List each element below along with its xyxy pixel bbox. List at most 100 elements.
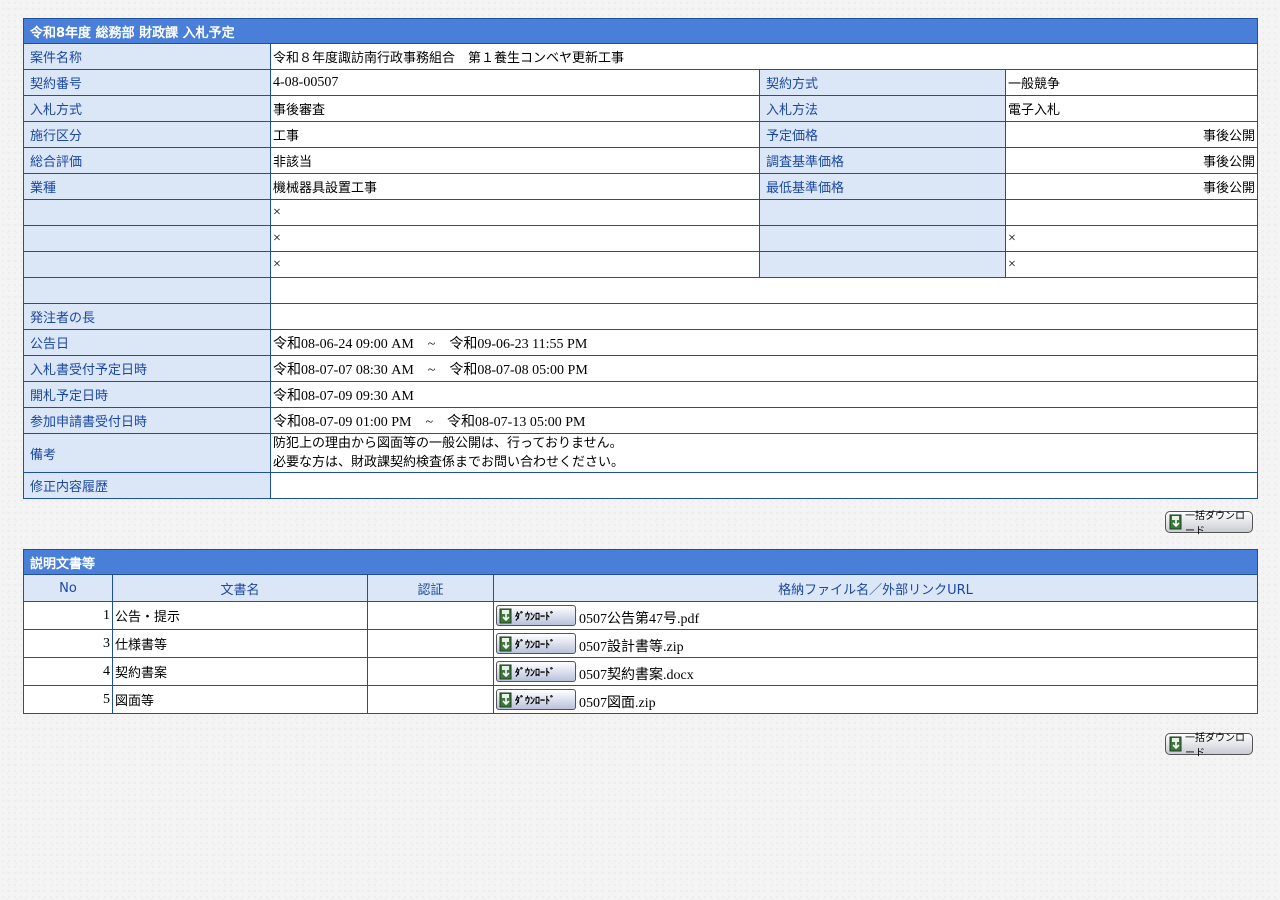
download-disk-icon: [499, 636, 513, 652]
row-doc-name: 図面等: [112, 685, 368, 714]
documents-table: 説明文書等 No 文書名 認証 格納ファイル名／外部リンクURL 1 公告・提示…: [22, 549, 1259, 714]
orderer-label: 発注者の長: [23, 303, 271, 330]
blank-label: [23, 199, 271, 226]
column-header-doc-name: 文書名: [112, 574, 368, 602]
mark-cell: ×: [270, 199, 760, 226]
bid-type-label: 入札方式: [23, 95, 271, 122]
industry-label: 業種: [23, 173, 271, 200]
download-disk-icon: [499, 664, 513, 680]
application-value: 令和08-07-09 01:00 PM ~ 令和08-07-13 05:00 P…: [270, 407, 1258, 434]
notice-date-label: 公告日: [23, 329, 271, 356]
row-no: 5: [23, 685, 113, 714]
bulk-download-label: 一括ダウンロード: [1185, 733, 1245, 759]
contract-method-label: 契約方式: [759, 69, 1006, 96]
row-file-cell: ﾀﾞｳﾝﾛｰﾄﾞ 0507契約書案.docx: [492, 657, 1259, 686]
row-file-cell: ﾀﾞｳﾝﾛｰﾄﾞ 0507公告第47号.pdf: [492, 601, 1259, 630]
download-disk-icon: [499, 608, 513, 624]
mark-cell: ×: [270, 251, 760, 278]
row-file-cell: ﾀﾞｳﾝﾛｰﾄﾞ 0507設計書等.zip: [492, 629, 1259, 658]
bulk-download-row: 一括ダウンロード: [23, 499, 1257, 545]
download-button[interactable]: ﾀﾞｳﾝﾛｰﾄﾞ: [496, 689, 576, 710]
category-value: 工事: [270, 121, 760, 148]
remarks-line: 必要な方は、財政課契約検査係までお問い合わせください。: [273, 455, 625, 470]
file-name: 0507契約書案.docx: [579, 667, 694, 683]
blank-label: [759, 251, 1006, 278]
opening-label: 開札予定日時: [23, 381, 271, 408]
bid-method-value: 電子入札: [1005, 95, 1258, 122]
row-auth: [367, 657, 494, 686]
row-auth: [367, 601, 494, 630]
bulk-download-label: 一括ダウンロード: [1185, 511, 1245, 537]
row-doc-name: 仕様書等: [112, 629, 368, 658]
row-no: 3: [23, 629, 113, 658]
remarks-line: 防犯上の理由から図面等の一般公開は、行っておりません。: [273, 436, 623, 451]
evaluation-label: 総合評価: [23, 147, 271, 174]
planned-price-value: 事後公開: [1005, 121, 1258, 148]
application-label: 参加申請書受付日時: [23, 407, 271, 434]
row-no: 4: [23, 657, 113, 686]
file-name: 0507図面.zip: [579, 695, 656, 711]
min-price-label: 最低基準価格: [759, 173, 1006, 200]
industry-value: 機械器具設置工事: [270, 173, 760, 200]
table-row: 3 仕様書等 ﾀﾞｳﾝﾛｰﾄﾞ 0507設計書等.zip: [23, 629, 1259, 658]
table-row: 5 図面等 ﾀﾞｳﾝﾛｰﾄﾞ 0507図面.zip: [23, 685, 1259, 714]
survey-price-label: 調査基準価格: [759, 147, 1006, 174]
remarks-label: 備考: [23, 433, 271, 473]
download-disk-icon: [499, 692, 513, 708]
remarks-value: 防犯上の理由から図面等の一般公開は、行っておりません。 必要な方は、財政課契約検…: [270, 433, 1258, 473]
notice-date-value: 令和08-06-24 09:00 AM ~ 令和09-06-23 11:55 P…: [270, 329, 1258, 356]
opening-value: 令和08-07-09 09:30 AM: [270, 381, 1258, 408]
min-price-value: 事後公開: [1005, 173, 1258, 200]
blank-label: [759, 225, 1006, 252]
file-name: 0507設計書等.zip: [579, 639, 684, 655]
download-label: ﾀﾞｳﾝﾛｰﾄﾞ: [515, 612, 555, 623]
table-row: 1 公告・提示 ﾀﾞｳﾝﾛｰﾄﾞ 0507公告第47号.pdf: [23, 601, 1259, 630]
page-title: 令和8年度 総務部 財政課 入札予定: [23, 18, 1258, 44]
column-header-file: 格納ファイル名／外部リンクURL: [492, 574, 1259, 602]
download-disk-icon: [1169, 736, 1183, 752]
evaluation-value: 非該当: [270, 147, 760, 174]
bid-type-value: 事後審査: [270, 95, 760, 122]
bulk-download-button[interactable]: 一括ダウンロード: [1165, 511, 1253, 537]
blank-cell: [270, 277, 1258, 304]
row-doc-name: 公告・提示: [112, 601, 368, 630]
file-name: 0507公告第47号.pdf: [579, 611, 700, 627]
blank-label: [23, 277, 271, 304]
history-label: 修正内容履歴: [23, 472, 271, 499]
column-header-auth: 認証: [367, 574, 494, 602]
bulk-download-button[interactable]: 一括ダウンロード: [1165, 733, 1253, 759]
mark-cell: ×: [270, 225, 760, 252]
table-row: 4 契約書案 ﾀﾞｳﾝﾛｰﾄﾞ 0507契約書案.docx: [23, 657, 1259, 686]
survey-price-value: 事後公開: [1005, 147, 1258, 174]
bulk-download-row: 一括ダウンロード: [23, 714, 1257, 760]
blank-label: [23, 225, 271, 252]
download-button[interactable]: ﾀﾞｳﾝﾛｰﾄﾞ: [496, 605, 576, 626]
page-wrapper: 令和8年度 総務部 財政課 入札予定 案件名称 令和８年度諏訪南行政事務組合 第…: [22, 18, 1259, 760]
blank-label: [23, 251, 271, 278]
case-name-value: 令和８年度諏訪南行政事務組合 第１養生コンベヤ更新工事: [270, 43, 1258, 70]
orderer-value: [270, 303, 1258, 330]
download-disk-icon: [1169, 514, 1183, 530]
row-no: 1: [23, 601, 113, 630]
contract-no-label: 契約番号: [23, 69, 271, 96]
documents-title: 説明文書等: [22, 549, 1259, 575]
bid-receipt-value: 令和08-07-07 08:30 AM ~ 令和08-07-08 05:00 P…: [270, 355, 1258, 382]
row-auth: [367, 629, 494, 658]
bid-method-label: 入札方法: [759, 95, 1006, 122]
row-doc-name: 契約書案: [112, 657, 368, 686]
download-button[interactable]: ﾀﾞｳﾝﾛｰﾄﾞ: [496, 633, 576, 654]
download-label: ﾀﾞｳﾝﾛｰﾄﾞ: [515, 640, 555, 651]
bid-info-table: 令和8年度 総務部 財政課 入札予定 案件名称 令和８年度諏訪南行政事務組合 第…: [23, 18, 1258, 499]
column-header-no: No: [23, 574, 113, 602]
mark-cell: ×: [1005, 251, 1258, 278]
blank-label: [759, 199, 1006, 226]
category-label: 施行区分: [23, 121, 271, 148]
planned-price-label: 予定価格: [759, 121, 1006, 148]
row-file-cell: ﾀﾞｳﾝﾛｰﾄﾞ 0507図面.zip: [492, 685, 1259, 714]
bid-receipt-label: 入札書受付予定日時: [23, 355, 271, 382]
contract-no-value: 4-08-00507: [270, 69, 760, 96]
download-button[interactable]: ﾀﾞｳﾝﾛｰﾄﾞ: [496, 661, 576, 682]
download-label: ﾀﾞｳﾝﾛｰﾄﾞ: [515, 668, 555, 679]
download-label: ﾀﾞｳﾝﾛｰﾄﾞ: [515, 696, 555, 707]
blank-cell: [1005, 199, 1258, 226]
